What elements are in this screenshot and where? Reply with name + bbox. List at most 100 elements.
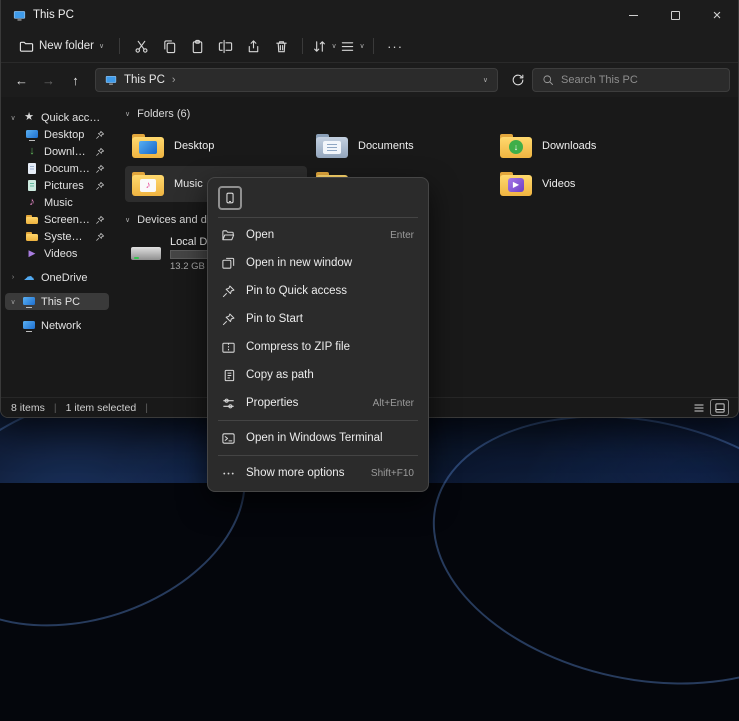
chevron-right-icon[interactable]: › [9, 274, 17, 281]
this-pc-icon [105, 74, 117, 86]
minimize-button[interactable] [612, 0, 654, 30]
sidebar-item-label: Music [44, 197, 73, 209]
sidebar-item-music[interactable]: ♪ Music [5, 194, 109, 211]
new-folder-label: New folder [39, 40, 94, 52]
sort-button[interactable]: ∨ [310, 33, 338, 59]
up-button[interactable]: ↑ [63, 68, 88, 93]
menu-separator [218, 217, 418, 218]
minimize-icon [629, 15, 638, 16]
chevron-down-icon: ∨ [332, 43, 337, 50]
chevron-down-icon: ∨ [125, 217, 130, 224]
pin-icon [95, 181, 105, 191]
menu-item-open-terminal[interactable]: Open in Windows Terminal [212, 424, 424, 452]
sidebar-item-documents[interactable]: Documents [5, 160, 109, 177]
menu-item-open[interactable]: Open Enter [212, 221, 424, 249]
paste-button[interactable] [183, 33, 211, 59]
close-icon: × [713, 8, 722, 23]
rename-button[interactable] [211, 33, 239, 59]
menu-item-pin-quick-access[interactable]: Pin to Quick access [212, 277, 424, 305]
copy-icon [162, 39, 177, 54]
copy-icon [223, 191, 237, 205]
menu-separator [218, 455, 418, 456]
menu-item-open-new-window[interactable]: Open in new window [212, 249, 424, 277]
sidebar-item-label: Network [41, 320, 81, 332]
pin-icon [221, 284, 236, 299]
sidebar-item-label: Videos [44, 248, 77, 260]
pin-icon [95, 232, 105, 242]
menu-item-properties[interactable]: Properties Alt+Enter [212, 389, 424, 417]
cut-button[interactable] [127, 33, 155, 59]
forward-button[interactable]: → [36, 68, 61, 93]
explorer-tab[interactable]: This PC [1, 0, 86, 30]
share-button[interactable] [239, 33, 267, 59]
new-window-icon [221, 256, 236, 271]
toolbar-divider [302, 38, 303, 54]
share-icon [246, 39, 261, 54]
sidebar-item-this-pc[interactable]: ∨ This PC [5, 293, 109, 310]
sidebar-item-label: System32 [44, 231, 90, 243]
sidebar-item-downloads[interactable]: ↓ Downloads [5, 143, 109, 160]
details-view-button[interactable] [690, 400, 707, 415]
sidebar-item-quick-access[interactable]: ∨ ★ Quick access [5, 109, 109, 126]
maximize-button[interactable] [654, 0, 696, 30]
folder-icon [25, 230, 39, 243]
view-toggle-group [690, 400, 728, 415]
menu-item-label: Show more options [246, 467, 344, 479]
sidebar-item-label: OneDrive [41, 272, 87, 284]
menu-item-label: Pin to Start [246, 313, 303, 325]
search-input[interactable] [561, 74, 720, 86]
new-folder-button[interactable]: New folder ∨ [11, 33, 112, 59]
address-dropdown-icon[interactable]: ∨ [483, 77, 488, 84]
downloads-icon: ↓ [25, 145, 39, 158]
videos-folder-icon: ▶ [499, 170, 533, 198]
menu-separator [218, 420, 418, 421]
sidebar-item-videos[interactable]: ▶ Videos [5, 245, 109, 262]
breadcrumb[interactable]: This PC [124, 74, 165, 86]
network-icon [22, 319, 36, 332]
view-icon [340, 39, 355, 54]
folder-tile-documents[interactable]: Documents [309, 128, 491, 164]
details-view-icon [693, 402, 705, 414]
folder-name: Downloads [542, 140, 596, 152]
close-button[interactable]: × [696, 0, 738, 30]
address-bar[interactable]: This PC › ∨ [95, 68, 498, 92]
back-button[interactable]: ← [9, 68, 34, 93]
menu-item-shortcut: Enter [380, 230, 414, 241]
menu-item-pin-start[interactable]: Pin to Start [212, 305, 424, 333]
cut-icon [134, 39, 149, 54]
breadcrumb-chevron-icon[interactable]: › [172, 74, 176, 86]
view-button[interactable]: ∨ [338, 33, 366, 59]
menu-item-shortcut: Shift+F10 [361, 468, 414, 479]
terminal-icon [221, 431, 236, 446]
sidebar-item-desktop[interactable]: Desktop [5, 126, 109, 143]
status-divider: | [145, 402, 148, 414]
more-options-button[interactable]: ··· [381, 33, 409, 59]
folder-name: Documents [358, 140, 414, 152]
sidebar-item-system32[interactable]: System32 [5, 228, 109, 245]
chevron-down-icon[interactable]: ∨ [9, 114, 17, 122]
large-icons-view-button[interactable] [711, 400, 728, 415]
folders-section-header[interactable]: ∨ Folders (6) [125, 108, 738, 120]
menu-item-compress-zip[interactable]: Compress to ZIP file [212, 333, 424, 361]
section-title: Folders (6) [137, 108, 190, 120]
documents-folder-icon [315, 132, 349, 160]
folder-tile-videos[interactable]: ▶ Videos [493, 166, 675, 202]
sidebar-item-pictures[interactable]: Pictures [5, 177, 109, 194]
copy-button[interactable] [218, 186, 242, 210]
copy-button[interactable] [155, 33, 183, 59]
sidebar-item-screenshots[interactable]: Screenshots [5, 211, 109, 228]
sidebar-item-onedrive[interactable]: › ☁ OneDrive [5, 269, 109, 286]
quick-access-icon: ★ [22, 111, 36, 124]
folder-tile-downloads[interactable]: ↓ Downloads [493, 128, 675, 164]
chevron-down-icon: ∨ [99, 43, 104, 50]
folder-tile-desktop[interactable]: Desktop [125, 128, 307, 164]
menu-item-copy-as-path[interactable]: Copy as path [212, 361, 424, 389]
back-icon: ← [15, 73, 28, 88]
sidebar-item-network[interactable]: Network [5, 317, 109, 334]
sidebar-gap [5, 262, 109, 269]
refresh-button[interactable] [505, 68, 530, 93]
chevron-down-icon[interactable]: ∨ [9, 298, 17, 306]
folder-name: Videos [542, 178, 575, 190]
delete-button[interactable] [267, 33, 295, 59]
copy-path-icon [221, 368, 236, 383]
